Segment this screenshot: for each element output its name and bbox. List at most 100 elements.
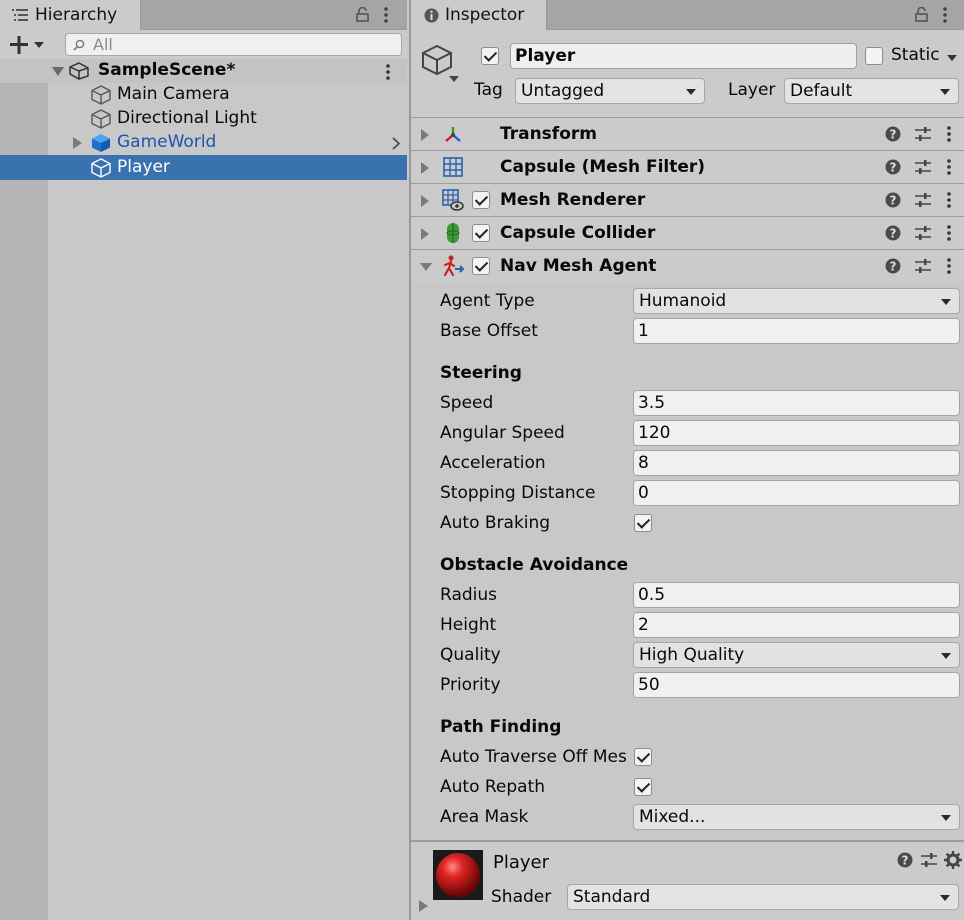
priority-value: 50 <box>638 675 660 695</box>
tag-dropdown[interactable]: Untagged <box>515 78 705 104</box>
hierarchy-search-input[interactable]: All <box>65 33 402 56</box>
material-sphere-icon[interactable] <box>433 850 483 900</box>
component-menu-icon[interactable] <box>947 192 951 208</box>
auto-traverse-checkbox[interactable] <box>634 748 652 766</box>
auto-repath-checkbox[interactable] <box>634 778 652 796</box>
hierarchy-item-label: Player <box>117 157 170 177</box>
base-offset-label: Base Offset <box>440 321 538 341</box>
presets-icon[interactable] <box>921 852 937 868</box>
nav-mesh-agent-icon <box>443 255 465 277</box>
component-title: Capsule (Mesh Filter) <box>500 157 706 177</box>
tag-label: Tag <box>474 80 503 100</box>
hierarchy-tree <box>48 61 407 920</box>
component-mesh-renderer[interactable]: Mesh Renderer ? <box>411 183 964 216</box>
angular-speed-value: 120 <box>638 423 671 443</box>
gear-icon[interactable] <box>944 851 962 869</box>
object-name-input[interactable]: Player <box>510 43 857 69</box>
lock-icon[interactable] <box>915 7 928 22</box>
speed-value: 3.5 <box>638 393 666 413</box>
help-icon[interactable]: ? <box>885 225 901 241</box>
hierarchy-tab[interactable]: Hierarchy <box>0 0 141 30</box>
quality-value: High Quality <box>639 645 745 665</box>
angular-speed-field[interactable]: 120 <box>633 420 960 446</box>
component-nav-mesh-agent[interactable]: Nav Mesh Agent ? <box>411 249 964 282</box>
radius-label: Radius <box>440 585 498 605</box>
auto-traverse-label: Auto Traverse Off Mes <box>440 747 627 767</box>
acceleration-field[interactable]: 8 <box>633 450 960 476</box>
auto-braking-label: Auto Braking <box>440 513 551 533</box>
foldout-arrow-icon[interactable] <box>421 228 429 240</box>
presets-icon[interactable] <box>915 225 931 241</box>
component-mesh-filter[interactable]: Capsule (Mesh Filter) ? <box>411 150 964 183</box>
help-icon[interactable]: ? <box>885 126 901 142</box>
foldout-arrow-icon[interactable] <box>421 129 429 141</box>
hierarchy-item-directional-light[interactable]: Directional Light <box>0 107 407 131</box>
chevron-right-icon[interactable] <box>392 137 400 150</box>
speed-field[interactable]: 3.5 <box>633 390 960 416</box>
component-enabled-toggle[interactable] <box>472 191 490 209</box>
help-icon[interactable]: ? <box>885 192 901 208</box>
component-transform[interactable]: Transform ? <box>411 117 964 150</box>
nav-mesh-agent-properties: Agent Type Humanoid Base Offset 1 Steeri… <box>411 283 964 840</box>
quality-dropdown[interactable]: High Quality <box>633 642 960 668</box>
stopping-distance-field[interactable]: 0 <box>633 480 960 506</box>
area-mask-dropdown[interactable]: Mixed... <box>633 804 960 830</box>
presets-icon[interactable] <box>915 192 931 208</box>
scene-name: SampleScene* <box>98 60 236 80</box>
foldout-arrow-icon[interactable] <box>421 195 429 207</box>
speed-label: Speed <box>440 393 494 413</box>
component-menu-icon[interactable] <box>947 225 951 241</box>
hierarchy-item-main-camera[interactable]: Main Camera <box>0 83 407 107</box>
quality-label: Quality <box>440 645 501 665</box>
agent-type-dropdown[interactable]: Humanoid <box>633 288 960 314</box>
svg-text:?: ? <box>890 260 897 274</box>
scene-row[interactable]: SampleScene* <box>0 59 407 83</box>
shader-dropdown[interactable]: Standard <box>567 884 959 910</box>
help-icon[interactable]: ? <box>897 852 913 868</box>
hierarchy-panel: Hierarchy All SampleScene* Main Camera D… <box>0 0 407 920</box>
more-options-icon[interactable] <box>943 7 947 23</box>
hierarchy-item-player[interactable]: Player <box>0 155 407 180</box>
inspector-tab[interactable]: Inspector <box>411 0 547 30</box>
scene-menu-icon[interactable] <box>386 64 390 80</box>
presets-icon[interactable] <box>915 159 931 175</box>
base-offset-field[interactable]: 1 <box>633 318 960 344</box>
hierarchy-item-gameworld[interactable]: GameWorld <box>0 131 407 155</box>
priority-field[interactable]: 50 <box>633 672 960 698</box>
layer-value: Default <box>790 81 853 101</box>
gameobject-large-icon[interactable] <box>421 43 461 85</box>
expand-arrow-icon[interactable] <box>73 137 82 149</box>
presets-icon[interactable] <box>915 258 931 274</box>
material-foldout-icon[interactable] <box>419 900 428 912</box>
radius-field[interactable]: 0.5 <box>633 582 960 608</box>
foldout-arrow-icon[interactable] <box>420 263 432 271</box>
foldout-arrow-icon[interactable] <box>421 162 429 174</box>
layer-dropdown[interactable]: Default <box>784 78 959 104</box>
component-menu-icon[interactable] <box>947 159 951 175</box>
help-icon[interactable]: ? <box>885 258 901 274</box>
more-options-icon[interactable] <box>384 7 388 23</box>
component-menu-icon[interactable] <box>947 126 951 142</box>
help-icon[interactable]: ? <box>885 159 901 175</box>
component-capsule-collider[interactable]: Capsule Collider ? <box>411 216 964 249</box>
expand-arrow-icon[interactable] <box>52 67 64 76</box>
lock-icon[interactable] <box>356 7 369 22</box>
static-checkbox[interactable] <box>865 47 883 65</box>
angular-speed-label: Angular Speed <box>440 423 565 443</box>
active-toggle[interactable] <box>481 47 499 65</box>
presets-icon[interactable] <box>915 126 931 142</box>
component-header-icons: ? <box>874 118 964 151</box>
component-menu-icon[interactable] <box>947 258 951 274</box>
transform-icon <box>443 125 463 145</box>
area-mask-label: Area Mask <box>440 807 529 827</box>
add-object-button[interactable] <box>10 36 46 54</box>
capsule-collider-icon <box>446 222 460 244</box>
static-dropdown-arrow-icon[interactable] <box>947 55 957 61</box>
component-title: Mesh Renderer <box>500 190 646 210</box>
height-field[interactable]: 2 <box>633 612 960 638</box>
tag-value: Untagged <box>521 81 605 101</box>
component-enabled-toggle[interactable] <box>472 224 490 242</box>
auto-braking-checkbox[interactable] <box>634 514 652 532</box>
stopping-distance-label: Stopping Distance <box>440 483 596 503</box>
component-enabled-toggle[interactable] <box>472 257 490 275</box>
